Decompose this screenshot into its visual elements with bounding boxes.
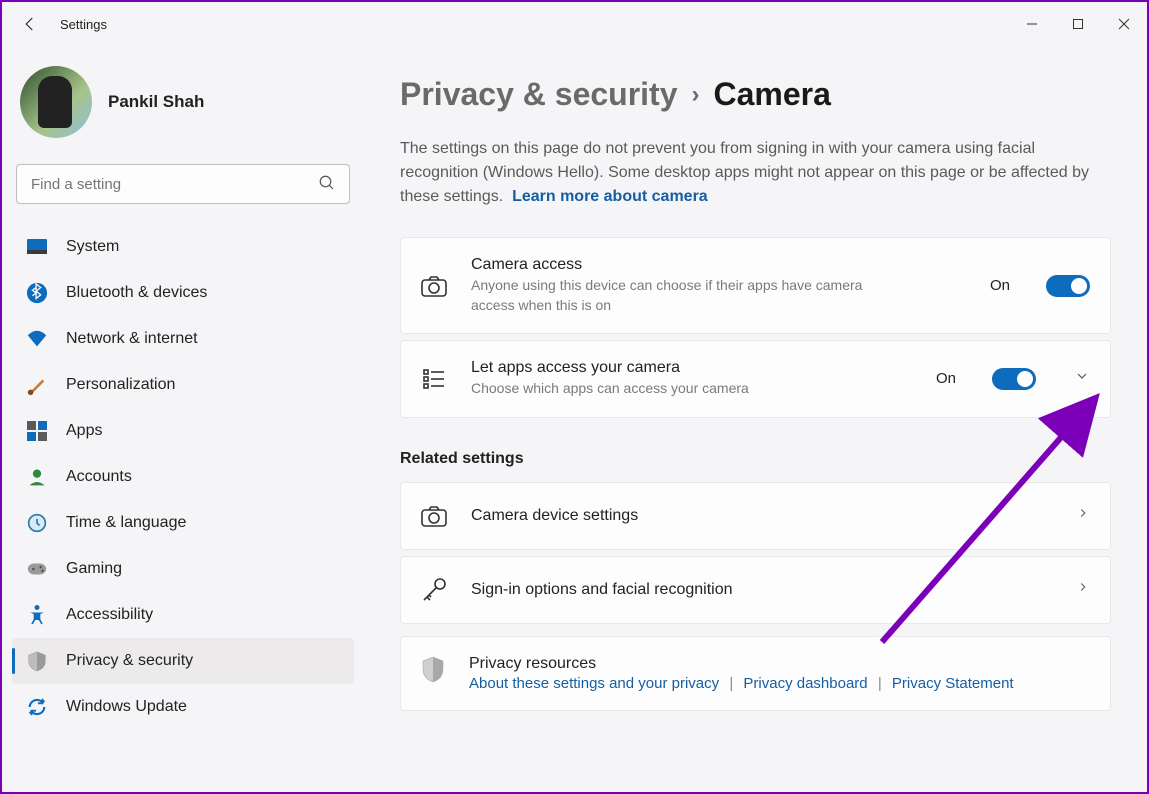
gaming-icon bbox=[26, 558, 48, 580]
chevron-right-icon bbox=[1076, 506, 1090, 525]
update-icon bbox=[26, 696, 48, 718]
bluetooth-icon bbox=[26, 282, 48, 304]
sidebar-item-accounts[interactable]: Accounts bbox=[12, 454, 354, 500]
breadcrumb: Privacy & security › Camera bbox=[400, 76, 1111, 113]
profile-name: Pankil Shah bbox=[108, 92, 204, 112]
setting-title: Let apps access your camera bbox=[471, 359, 912, 377]
sidebar-item-gaming[interactable]: Gaming bbox=[12, 546, 354, 592]
accessibility-icon bbox=[26, 604, 48, 626]
search-box bbox=[16, 164, 350, 204]
search-input[interactable] bbox=[16, 164, 350, 204]
toggle-state-label: On bbox=[990, 277, 1010, 294]
search-icon bbox=[318, 174, 336, 197]
sidebar-item-bluetooth[interactable]: Bluetooth & devices bbox=[12, 270, 354, 316]
resource-links: About these settings and your privacy | … bbox=[469, 675, 1014, 692]
sidebar-item-update[interactable]: Windows Update bbox=[12, 684, 354, 730]
key-icon bbox=[421, 577, 447, 603]
sidebar-item-label: Personalization bbox=[66, 376, 175, 394]
setting-apps-access: Let apps access your camera Choose which… bbox=[400, 340, 1111, 418]
resource-link-about[interactable]: About these settings and your privacy bbox=[469, 675, 719, 692]
sidebar-item-accessibility[interactable]: Accessibility bbox=[12, 592, 354, 638]
related-item-label: Sign-in options and facial recognition bbox=[471, 581, 1052, 599]
back-button[interactable] bbox=[18, 12, 42, 36]
brush-icon bbox=[26, 374, 48, 396]
sidebar-item-apps[interactable]: Apps bbox=[12, 408, 354, 454]
description-text: The settings on this page do not prevent… bbox=[400, 140, 1089, 205]
system-icon bbox=[26, 236, 48, 258]
sidebar-item-label: Bluetooth & devices bbox=[66, 284, 207, 302]
setting-subtitle: Choose which apps can access your camera bbox=[471, 379, 891, 399]
close-button[interactable] bbox=[1101, 2, 1147, 46]
window-title: Settings bbox=[60, 17, 107, 32]
sidebar-item-label: Network & internet bbox=[66, 330, 198, 348]
sidebar-item-system[interactable]: System bbox=[12, 224, 354, 270]
sidebar-item-label: Privacy & security bbox=[66, 652, 193, 670]
clock-icon bbox=[26, 512, 48, 534]
camera-icon bbox=[421, 503, 447, 529]
resources-title: Privacy resources bbox=[469, 655, 1014, 673]
apps-icon bbox=[26, 420, 48, 442]
expand-button[interactable] bbox=[1074, 368, 1090, 389]
nav: System Bluetooth & devices Network & int… bbox=[12, 224, 354, 792]
wifi-icon bbox=[26, 328, 48, 350]
sidebar-item-label: Time & language bbox=[66, 514, 186, 532]
sidebar-item-personalization[interactable]: Personalization bbox=[12, 362, 354, 408]
toggle-state-label: On bbox=[936, 370, 956, 387]
sidebar-item-label: System bbox=[66, 238, 119, 256]
privacy-resources: Privacy resources About these settings a… bbox=[400, 636, 1111, 711]
chevron-right-icon: › bbox=[692, 81, 700, 109]
main-content: Privacy & security › Camera The settings… bbox=[364, 46, 1147, 792]
setting-subtitle: Anyone using this device can choose if t… bbox=[471, 276, 891, 315]
avatar bbox=[20, 66, 92, 138]
camera-icon bbox=[421, 273, 447, 299]
learn-more-link[interactable]: Learn more about camera bbox=[512, 188, 708, 205]
chevron-right-icon bbox=[1076, 580, 1090, 599]
related-camera-device-settings[interactable]: Camera device settings bbox=[400, 482, 1111, 550]
related-item-label: Camera device settings bbox=[471, 507, 1052, 525]
sidebar: Pankil Shah System Bluetooth & devices N… bbox=[2, 46, 364, 792]
sidebar-item-label: Accounts bbox=[66, 468, 132, 486]
sidebar-item-network[interactable]: Network & internet bbox=[12, 316, 354, 362]
minimize-button[interactable] bbox=[1009, 2, 1055, 46]
breadcrumb-parent[interactable]: Privacy & security bbox=[400, 76, 678, 113]
sidebar-item-privacy[interactable]: Privacy & security bbox=[12, 638, 354, 684]
apps-access-toggle[interactable] bbox=[992, 368, 1036, 390]
shield-icon bbox=[421, 655, 445, 688]
resource-link-dashboard[interactable]: Privacy dashboard bbox=[743, 675, 867, 692]
breadcrumb-current: Camera bbox=[714, 76, 831, 113]
sidebar-item-label: Gaming bbox=[66, 560, 122, 578]
setting-camera-access: Camera access Anyone using this device c… bbox=[400, 237, 1111, 334]
list-icon bbox=[421, 366, 447, 392]
titlebar: Settings bbox=[2, 2, 1147, 46]
shield-icon bbox=[26, 650, 48, 672]
related-sign-in-options[interactable]: Sign-in options and facial recognition bbox=[400, 556, 1111, 624]
sidebar-item-label: Accessibility bbox=[66, 606, 153, 624]
page-description: The settings on this page do not prevent… bbox=[400, 137, 1111, 209]
sidebar-item-label: Windows Update bbox=[66, 698, 187, 716]
sidebar-item-time[interactable]: Time & language bbox=[12, 500, 354, 546]
related-settings-heading: Related settings bbox=[400, 450, 1111, 468]
camera-access-toggle[interactable] bbox=[1046, 275, 1090, 297]
accounts-icon bbox=[26, 466, 48, 488]
sidebar-item-label: Apps bbox=[66, 422, 102, 440]
window-controls bbox=[1009, 2, 1147, 46]
resource-link-statement[interactable]: Privacy Statement bbox=[892, 675, 1014, 692]
maximize-button[interactable] bbox=[1055, 2, 1101, 46]
profile[interactable]: Pankil Shah bbox=[12, 46, 354, 164]
setting-title: Camera access bbox=[471, 256, 966, 274]
